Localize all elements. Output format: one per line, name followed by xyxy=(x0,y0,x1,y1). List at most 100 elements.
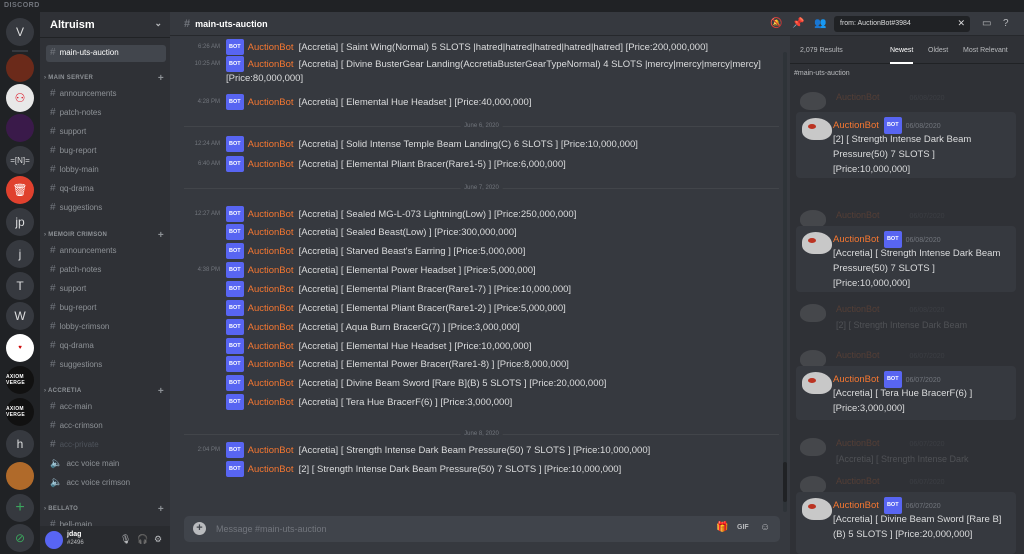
author-name[interactable]: AuctionBot xyxy=(248,42,294,53)
author-name[interactable]: AuctionBot xyxy=(248,341,294,352)
channel-item[interactable]: # qq-drama xyxy=(46,338,166,355)
search-result[interactable]: AuctionBot BOT 06/07/2020 [Accretia] [ Divi… xyxy=(796,492,1016,554)
category-header[interactable]: › MAIN SERVER + xyxy=(44,73,168,84)
add-channel-icon[interactable]: + xyxy=(158,504,164,515)
headphones-icon[interactable]: 🎧 xyxy=(137,534,148,545)
channel-item[interactable]: # lobby-crimson xyxy=(46,319,166,336)
author-name[interactable]: AuctionBot xyxy=(248,322,294,333)
sort-most-relevant[interactable]: Most Relevant xyxy=(963,47,1008,54)
author-name[interactable]: AuctionBot xyxy=(248,265,294,276)
scrollbar-thumb[interactable] xyxy=(783,462,787,502)
add-channel-icon[interactable]: + xyxy=(158,386,164,397)
channel-item[interactable]: # suggestions xyxy=(46,200,166,217)
sort-oldest[interactable]: Oldest xyxy=(928,47,948,54)
guild-header[interactable]: Altruism ⌄ xyxy=(40,12,170,38)
channel-item[interactable]: # patch-notes xyxy=(46,105,166,122)
bot-badge: BOT xyxy=(226,224,244,240)
mute-bell-icon[interactable]: 🔕 xyxy=(770,18,782,29)
channel-item[interactable]: # suggestions xyxy=(46,357,166,374)
server-icon[interactable]: j xyxy=(6,240,34,268)
gift-icon[interactable]: 🎁 xyxy=(716,522,728,533)
author-name[interactable]: AuctionBot xyxy=(248,378,294,389)
gear-icon[interactable]: ⚙ xyxy=(154,534,162,545)
server-icon[interactable]: jp xyxy=(6,208,34,236)
server-icon[interactable]: V xyxy=(6,18,34,46)
scrollbar[interactable] xyxy=(783,52,787,512)
category-header[interactable]: › BELLATO + xyxy=(44,504,168,515)
message-text: [Accretia] [ Elemental Hue Headset ] [Pr… xyxy=(298,341,532,352)
author-name[interactable]: AuctionBot xyxy=(248,59,294,70)
explore-icon[interactable]: ⊘ xyxy=(6,524,34,552)
attach-icon[interactable]: + xyxy=(193,522,206,535)
search-result[interactable]: AuctionBot BOT 06/07/2020 [Accretia] [ Tera… xyxy=(796,366,1016,420)
server-icon[interactable] xyxy=(6,114,34,142)
inbox-icon[interactable]: ▭ xyxy=(982,18,991,29)
author-name[interactable]: AuctionBot xyxy=(248,464,294,475)
category-header[interactable]: › MEMOIR CRIMSON + xyxy=(44,230,168,241)
channel-item[interactable]: # acc-crimson xyxy=(46,418,166,435)
author-name[interactable]: AuctionBot xyxy=(248,227,294,238)
channel-item[interactable]: # acc-main xyxy=(46,399,166,416)
author-name[interactable]: AuctionBot xyxy=(248,209,294,220)
avatar xyxy=(802,498,832,520)
message-text: [Accretia] [ Tera Hue BracerF(6) ] [Pric… xyxy=(298,397,513,408)
author-name[interactable]: AuctionBot xyxy=(248,139,294,150)
emoji-icon[interactable]: ☺ xyxy=(760,522,770,533)
channel-item[interactable]: # support xyxy=(46,124,166,141)
channel-item[interactable]: # lobby-main xyxy=(46,162,166,179)
search-input[interactable]: from: AuctionBot#3984 ✕ xyxy=(834,16,970,32)
bot-badge: BOT xyxy=(226,39,244,55)
server-icon[interactable]: W xyxy=(6,302,34,330)
channel-item[interactable]: # support xyxy=(46,281,166,298)
add-server-icon[interactable]: + xyxy=(6,494,34,522)
pin-icon[interactable]: 📌 xyxy=(792,18,804,29)
voice-channel-item[interactable]: 🔈 acc voice crimson xyxy=(46,475,166,492)
server-icon[interactable]: AXIOM VERGE xyxy=(6,366,34,394)
avatar[interactable] xyxy=(45,531,63,549)
server-icon[interactable]: h xyxy=(6,430,34,458)
channel-item[interactable]: # patch-notes xyxy=(46,262,166,279)
bot-badge: BOT xyxy=(226,94,244,110)
channel-item[interactable]: # bug-report xyxy=(46,143,166,160)
message-list: 6:26 AM BOT AuctionBot [Accretia] [ Saint W… xyxy=(170,36,790,520)
author-name[interactable]: AuctionBot xyxy=(248,445,294,456)
author-name[interactable]: AuctionBot xyxy=(248,397,294,408)
author-name[interactable]: AuctionBot xyxy=(248,159,294,170)
user-panel: jdag #2496 🎙 🎧 ⚙ xyxy=(40,526,170,554)
members-icon[interactable]: 👥 xyxy=(814,18,826,29)
microphone-icon[interactable]: 🎙 xyxy=(120,534,131,545)
message-text: [Accretia] [ Divine Beam Sword [Rare B](… xyxy=(298,378,607,389)
add-channel-icon[interactable]: + xyxy=(158,73,164,84)
channel-item[interactable]: # announcements xyxy=(46,243,166,260)
search-result[interactable]: AuctionBot BOT 06/08/2020 [2] [ Strength In… xyxy=(796,112,1016,178)
author-name[interactable]: AuctionBot xyxy=(248,284,294,295)
add-channel-icon[interactable]: + xyxy=(158,230,164,241)
channel-item[interactable]: # bug-report xyxy=(46,300,166,317)
trash-icon[interactable]: 🗑 xyxy=(6,176,34,204)
message-input[interactable]: + Message #main-uts-auction 🎁 GIF ☺ xyxy=(184,516,780,542)
server-icon[interactable]: AXIOM VERGE xyxy=(6,398,34,426)
server-icon[interactable]: ♥ xyxy=(6,334,34,362)
server-icon[interactable]: ⚇ xyxy=(6,84,34,112)
category-header[interactable]: › ACCRETIA + xyxy=(44,386,168,397)
channel-item[interactable]: # announcements xyxy=(46,86,166,103)
server-icon[interactable]: =[N]= xyxy=(6,146,34,174)
search-result[interactable]: AuctionBot BOT 06/08/2020 [Accretia] [ Stre… xyxy=(796,226,1016,292)
sort-newest[interactable]: Newest xyxy=(890,47,914,64)
help-icon[interactable]: ? xyxy=(1003,18,1009,29)
server-icon[interactable] xyxy=(6,54,34,82)
channel-item[interactable]: # acc-private xyxy=(46,437,166,454)
voice-channel-item[interactable]: 🔈 acc voice main xyxy=(46,456,166,473)
author-name[interactable]: AuctionBot xyxy=(248,303,294,314)
author-name[interactable]: AuctionBot xyxy=(248,359,294,370)
gif-icon[interactable]: GIF xyxy=(737,524,749,531)
bot-badge: BOT xyxy=(226,262,244,278)
bot-badge: BOT xyxy=(226,442,244,458)
author-name[interactable]: AuctionBot xyxy=(248,97,294,108)
channel-item[interactable]: # qq-drama xyxy=(46,181,166,198)
channel-item[interactable]: # main-uts-auction xyxy=(46,45,166,62)
server-icon[interactable]: T xyxy=(6,272,34,300)
close-icon[interactable]: ✕ xyxy=(957,18,965,29)
author-name[interactable]: AuctionBot xyxy=(248,246,294,257)
server-icon[interactable] xyxy=(6,462,34,490)
